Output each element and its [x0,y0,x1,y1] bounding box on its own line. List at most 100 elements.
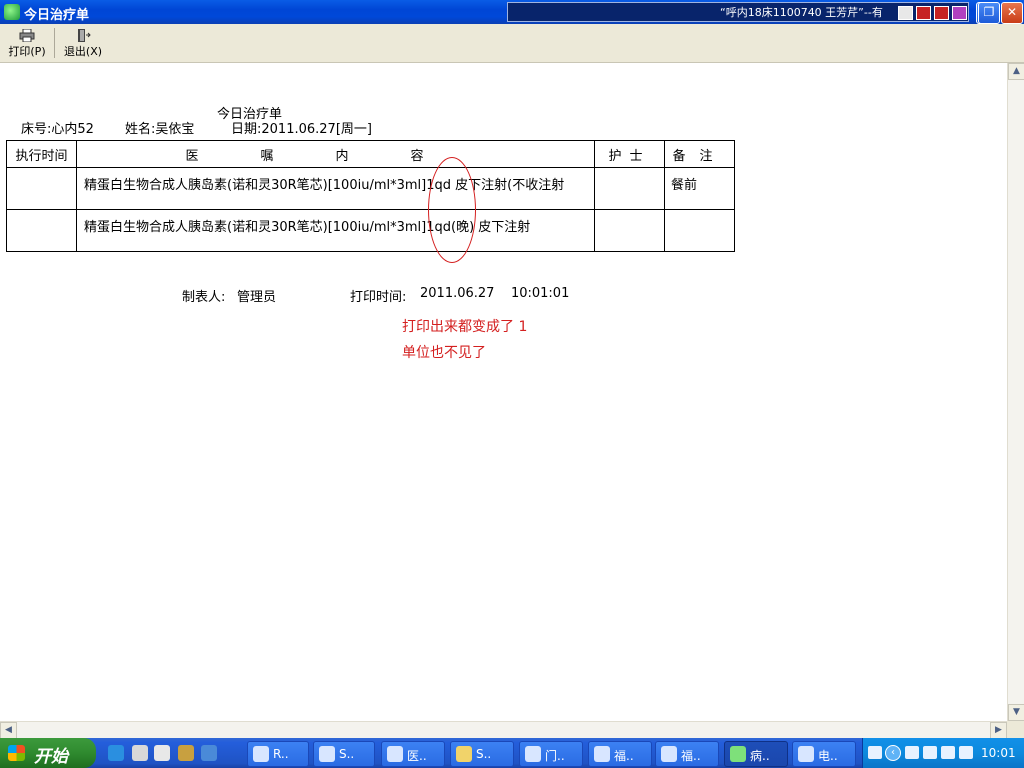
print-time-label: 打印时间: [350,290,407,305]
header-note: 备注 [664,140,735,168]
toolbar-separator [54,28,55,58]
window-title: 今日治疗单 [24,8,90,23]
app-icon [387,746,403,762]
desktop-quicklaunch-icon[interactable] [201,745,217,761]
row-order: 精蛋白生物合成人胰岛素(诺和灵30R笔芯)[100iu/ml*3ml]1qd 皮… [76,167,595,210]
ie-icon [661,746,677,762]
document-date: 日期:2011.06.27[周一] [231,122,372,137]
row-time [6,167,77,210]
app-icon [730,746,746,762]
annotation-note-1: 打印出来都变成了 1 [402,319,528,335]
task-button-active[interactable]: 病.. [724,741,788,767]
taskbar: 开始 R.. S.. 医.. S.. 门.. 福.. 福.. 病.. 电.. ‹… [0,738,1024,768]
system-tray: ‹ 10:01 [862,738,1024,768]
row-note [664,209,735,252]
alert-icon[interactable] [934,6,949,20]
header-note-label: 备注 [672,148,727,164]
annotation-note-2: 单位也不见了 [402,345,486,361]
document-icon [253,746,269,762]
window-icon [525,746,541,762]
header-nurse: 护士 [594,140,665,168]
toolbar: 打印(P) 退出(X) [0,24,1024,63]
close-notify-icon[interactable] [952,6,967,20]
ie-icon [594,746,610,762]
exit-button[interactable]: 退出(X) [60,27,106,59]
task-button[interactable]: R.. [247,741,309,767]
person-icon [798,746,814,762]
row-nurse [594,167,665,210]
print-button[interactable]: 打印(P) [4,27,50,59]
treatment-table: 执行时间 医嘱内容 护士 备注 精蛋白生物合成人胰岛素(诺和灵30R笔芯)[10… [6,140,735,252]
printer-icon [19,29,35,42]
task-button[interactable]: 门.. [519,741,583,767]
start-label: 开始 [34,747,68,767]
note-text [665,210,734,216]
mail-icon[interactable] [898,6,913,20]
order-text: 精蛋白生物合成人胰岛素(诺和灵30R笔芯)[100iu/ml*3ml]1qd(晚… [84,220,531,235]
network-icon[interactable] [959,746,973,759]
app-icon [4,4,20,20]
table-row: 精蛋白生物合成人胰岛素(诺和灵30R笔芯)[100iu/ml*3ml]1qd(晚… [6,209,735,252]
task-button[interactable]: 福.. [655,741,719,767]
maker-value: 管理员 [237,290,277,305]
task-label: S.. [476,747,492,761]
restore-button[interactable]: ❐ [978,2,1000,24]
task-button[interactable]: S.. [450,741,514,767]
horizontal-scrollbar[interactable]: ◀ ▶ [0,721,1007,739]
exit-label: 退出(X) [63,45,103,58]
task-button[interactable]: 医.. [381,741,445,767]
keyboard-icon[interactable] [868,746,882,759]
header-nurse-label: 护士 [608,148,651,164]
row-time [6,209,77,252]
header-order: 医嘱内容 [76,140,595,168]
mail-tray-icon[interactable] [905,746,919,759]
folder-icon [456,746,472,762]
header-order-label: 医嘱内容 [185,148,486,164]
media-quicklaunch-icon[interactable] [154,745,170,761]
scroll-corner [1007,721,1024,738]
scroll-down-arrow[interactable]: ▼ [1008,704,1024,721]
task-button[interactable]: 电.. [792,741,856,767]
tray-expand-icon[interactable]: ‹ [885,745,901,761]
bed-number: 床号:心内52 [21,122,94,137]
scroll-up-arrow[interactable]: ▲ [1008,63,1024,80]
task-label: R.. [273,747,289,761]
task-label: 电.. [818,749,838,763]
close-button[interactable]: ✕ [1001,2,1023,24]
clock[interactable]: 10:01 [981,746,1016,760]
document-page: 今日治疗单 床号:心内52 姓名:吴依宝 日期:2011.06.27[周一] 执… [0,63,1006,721]
task-label: 门.. [545,749,565,763]
annotation-ellipse [428,157,476,263]
mail-tray-icon[interactable] [923,746,937,759]
start-button[interactable]: 开始 [0,738,96,768]
gear-icon [319,746,335,762]
print-label: 打印(P) [8,45,46,58]
im-notification-text[interactable]: “呼内18床1100740 王芳芹”--有 [720,4,883,20]
network-icon[interactable] [941,746,955,759]
task-button[interactable]: S.. [313,741,375,767]
im-notification-bar[interactable]: “呼内18床1100740 王芳芹”--有 [507,2,969,22]
scroll-left-arrow[interactable]: ◀ [0,722,17,739]
order-text: 精蛋白生物合成人胰岛素(诺和灵30R笔芯)[100iu/ml*3ml]1qd 皮… [84,178,565,193]
title-bar: 今日治疗单 “呼内18床1100740 王芳芹”--有 ▫ ❐ ✕ [0,0,1024,24]
task-label: 病.. [750,749,770,763]
table-header-row: 执行时间 医嘱内容 护士 备注 [6,140,735,168]
task-label: S.. [339,747,355,761]
table-row: 精蛋白生物合成人胰岛素(诺和灵30R笔芯)[100iu/ml*3ml]1qd 皮… [6,167,735,210]
patient-name: 姓名:吴依宝 [125,122,195,137]
maker-label: 制表人: [182,290,226,305]
tool-quicklaunch-icon[interactable] [178,745,194,761]
vertical-scrollbar[interactable]: ▲ ▼ [1007,63,1024,721]
document-quicklaunch-icon[interactable] [132,745,148,761]
scroll-right-arrow[interactable]: ▶ [990,722,1007,739]
note-text: 餐前 [671,178,698,193]
task-button[interactable]: 福.. [588,741,652,767]
row-nurse [594,209,665,252]
header-time: 执行时间 [6,140,77,168]
row-order: 精蛋白生物合成人胰岛素(诺和灵30R笔芯)[100iu/ml*3ml]1qd(晚… [76,209,595,252]
windows-logo-icon [8,745,25,761]
ie-quicklaunch-icon[interactable] [108,745,124,761]
print-time-value: 2011.06.27 10:01:01 [420,286,570,301]
message-icon[interactable] [916,6,931,20]
task-label: 福.. [681,749,701,763]
